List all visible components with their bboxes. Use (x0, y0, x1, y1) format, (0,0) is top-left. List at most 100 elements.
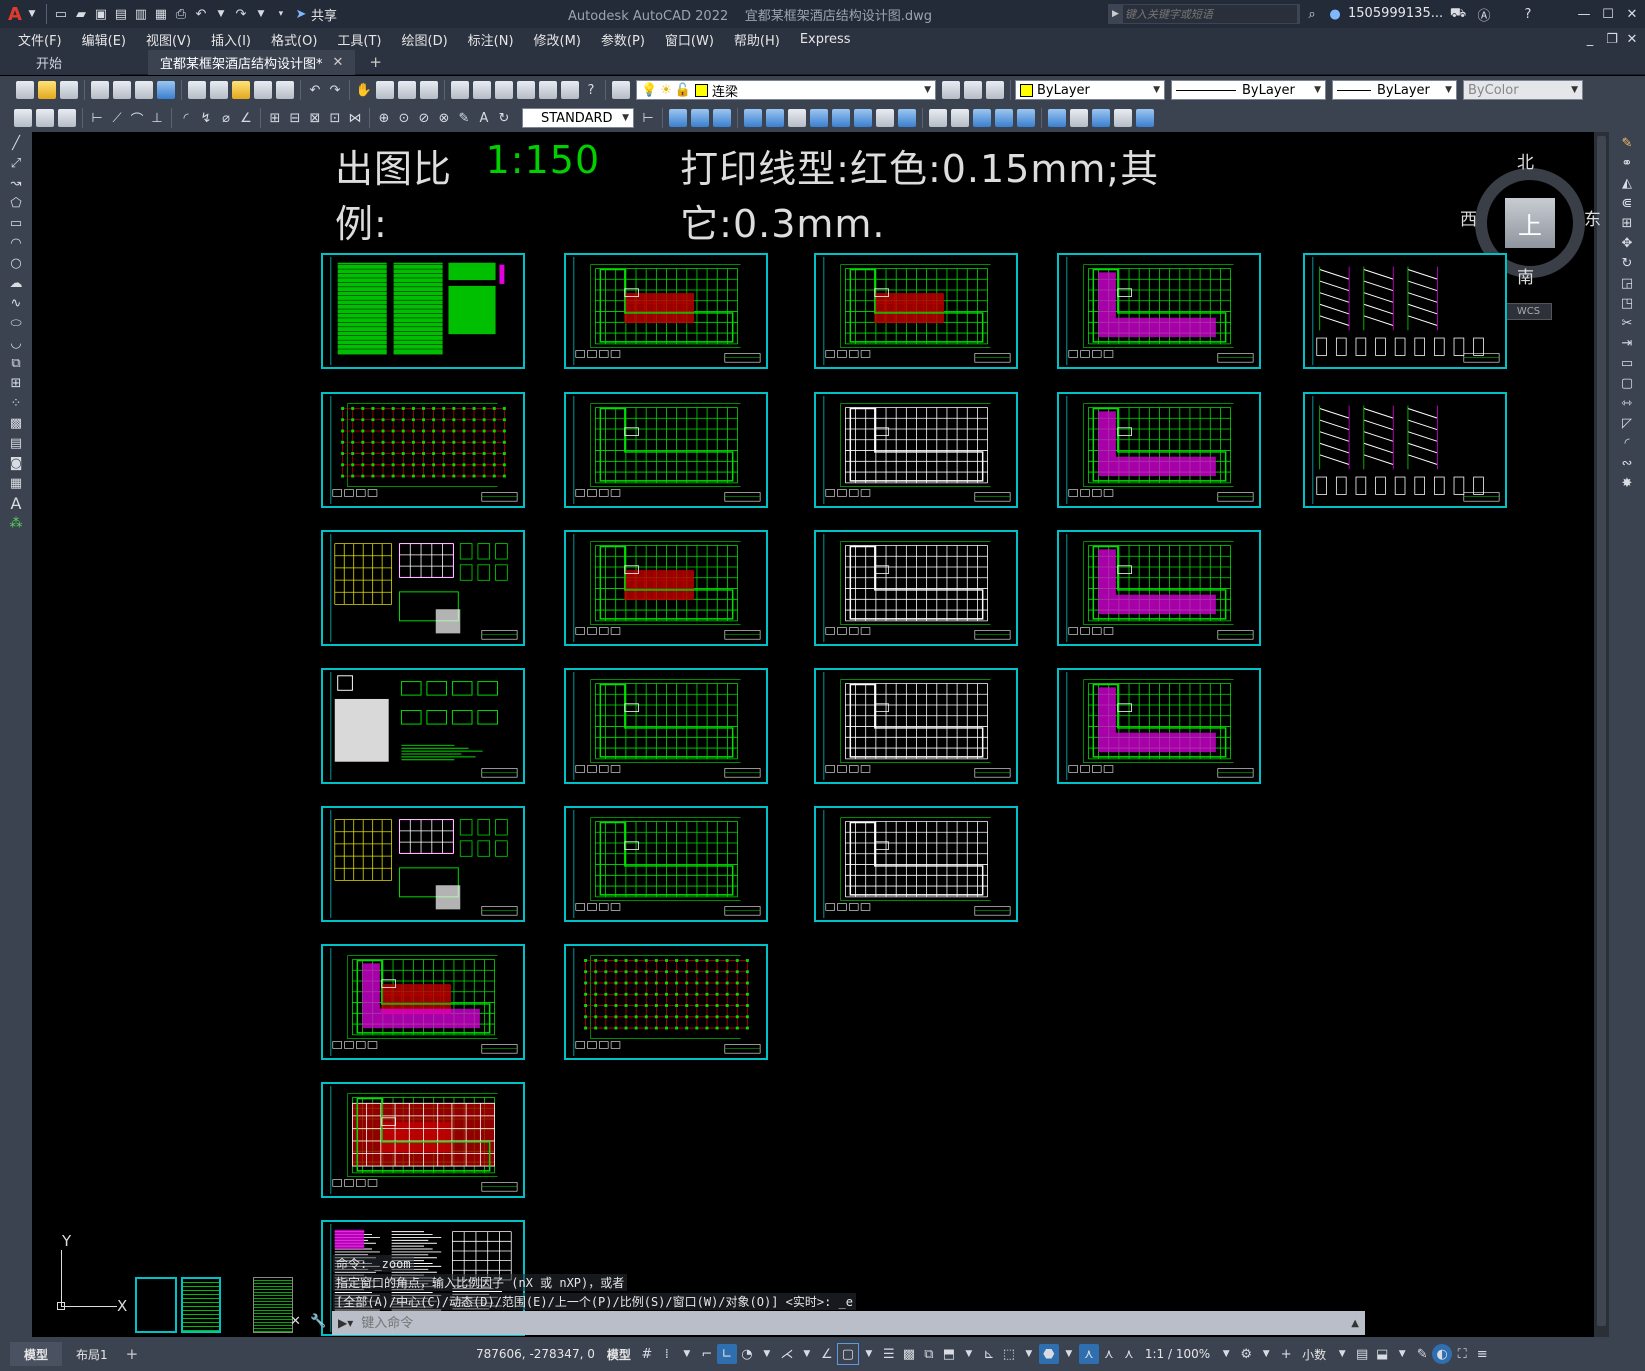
dim-aligned-icon[interactable]: ⟋ (107, 108, 127, 128)
search-box[interactable]: ▶ (1108, 4, 1300, 24)
drawing-sheet[interactable] (1057, 253, 1261, 369)
inspect-icon[interactable]: ⊘ (414, 108, 434, 128)
customize-qat-icon[interactable]: ▾ (271, 4, 291, 24)
grid-icon[interactable]: # (637, 1344, 657, 1364)
jogged-linear-icon[interactable]: ⊗ (434, 108, 454, 128)
ellipse-arc-icon[interactable]: ◡ (5, 334, 27, 352)
drawing-sheet[interactable] (1303, 392, 1507, 508)
dim-baseline-icon[interactable]: ⊟ (285, 108, 305, 128)
command-line-close-icon[interactable]: ✕ (290, 1314, 301, 1329)
drawing-sheet[interactable] (564, 392, 768, 508)
dim-space-icon[interactable]: ⊡ (325, 108, 345, 128)
isolate-objects-icon[interactable]: ✎ (1412, 1344, 1432, 1364)
dim-update-icon[interactable]: ↻ (494, 108, 514, 128)
object-snap-dropdown-icon[interactable]: ▼ (859, 1344, 879, 1364)
gizmo-icon[interactable]: ⬣ (1038, 1344, 1059, 1364)
drawing-sheet[interactable] (321, 392, 525, 508)
wedge-icon[interactable] (691, 109, 709, 127)
snap-dropdown-icon[interactable]: ▼ (677, 1344, 697, 1364)
circle-icon[interactable]: ○ (5, 254, 27, 272)
trim-icon[interactable]: ✂ (1615, 314, 1639, 332)
menu-tools[interactable]: 工具(T) (327, 30, 391, 49)
mirror-icon[interactable]: ◭ (1615, 174, 1639, 192)
stretch-icon[interactable]: ◳ (1615, 294, 1639, 312)
properties-icon[interactable] (451, 81, 469, 99)
layer-combo[interactable]: 💡 ☀ 🔓 连梁 ▼ (636, 80, 936, 100)
tab-start[interactable]: 开始 (0, 49, 120, 75)
compass-east[interactable]: 东 (1584, 205, 1601, 230)
quick-properties-icon[interactable]: ▤ (1352, 1344, 1372, 1364)
workspace-switch-icon[interactable]: ⚙ (1236, 1344, 1256, 1364)
snap-icon[interactable]: ⁞ (657, 1344, 677, 1364)
app-logo[interactable]: A (8, 4, 22, 25)
cone-icon[interactable] (713, 109, 731, 127)
share-button[interactable]: 共享 (311, 5, 337, 24)
units-dropdown-icon[interactable]: ▼ (1332, 1344, 1352, 1364)
dim-text-edit-icon[interactable]: A (474, 108, 494, 128)
autodesk-app-icon[interactable]: Ⓐ (1474, 4, 1494, 24)
region-icon[interactable]: ◙ (5, 454, 27, 472)
drawing-sheet[interactable] (321, 530, 525, 646)
layout-tab-layout1[interactable]: 布局1 (62, 1337, 122, 1371)
cart-icon[interactable]: ⛟ (1448, 4, 1468, 24)
workspace-icon[interactable] (14, 109, 32, 127)
coordinates-readout[interactable]: 787606, -278347, 0 (470, 1337, 601, 1371)
open-icon[interactable] (38, 81, 56, 99)
viewcube-top-face[interactable]: 上 (1505, 198, 1555, 248)
annotation-monitor-icon[interactable]: + (1276, 1344, 1296, 1364)
command-recent-icon[interactable]: ▲ (1351, 1318, 1359, 1329)
hatch-icon[interactable]: ▩ (5, 414, 27, 432)
extrude-icon[interactable] (744, 109, 762, 127)
help-toolbar-icon[interactable]: ? (581, 80, 601, 100)
command-input[interactable] (359, 1312, 1352, 1334)
hidden-style-icon[interactable] (951, 109, 969, 127)
add-selected-icon[interactable]: ⁂ (5, 514, 27, 532)
help-icon[interactable]: ? (1518, 4, 1538, 24)
ucs-origin-icon[interactable] (1092, 109, 1110, 127)
annotation-scale-icon[interactable]: ⋏ (1119, 1344, 1139, 1364)
menu-dimension[interactable]: 标注(N) (458, 30, 524, 49)
markup-icon[interactable] (539, 81, 557, 99)
units-value[interactable]: 小数 (1296, 1337, 1332, 1371)
new-file-icon[interactable]: ▭ (51, 4, 71, 24)
multiline-text-icon[interactable]: A (5, 494, 27, 513)
ortho-icon[interactable]: ∟ (716, 1344, 737, 1364)
dim-angular-icon[interactable]: ∠ (236, 108, 256, 128)
match-properties-icon[interactable] (254, 81, 272, 99)
drawing-sheet[interactable] (814, 392, 1018, 508)
union-icon[interactable] (832, 109, 850, 127)
rotate-icon[interactable]: ↻ (1615, 254, 1639, 272)
selection-cycling-icon[interactable]: ⧉ (919, 1344, 939, 1364)
auto-scale-icon[interactable]: ⋏ (1099, 1344, 1119, 1364)
selection-filter-dropdown-icon[interactable]: ▼ (1019, 1344, 1039, 1364)
realistic-style-icon[interactable] (973, 109, 991, 127)
make-current-icon[interactable] (942, 81, 960, 99)
dim-arc-icon[interactable]: ⌒ (127, 108, 147, 128)
model-space-toggle[interactable]: 模型 (601, 1337, 637, 1371)
compass-south[interactable]: 南 (1517, 263, 1534, 288)
redo-toolbar-icon[interactable]: ↷ (325, 80, 345, 100)
copy-object-icon[interactable]: ⚭ (1615, 154, 1639, 172)
publish-icon[interactable] (135, 81, 153, 99)
scale-icon[interactable]: ◲ (1615, 274, 1639, 292)
explode-icon[interactable]: ✸ (1615, 474, 1639, 492)
extend-icon[interactable]: ⇥ (1615, 334, 1639, 352)
menu-file[interactable]: 文件(F) (8, 30, 72, 49)
ucs-icon[interactable] (1048, 109, 1066, 127)
revision-cloud-icon[interactable]: ☁ (5, 274, 27, 292)
annotation-visibility-icon[interactable]: ⋏ (1078, 1344, 1099, 1364)
blend-curves-icon[interactable]: ∾ (1615, 454, 1639, 472)
drawing-sheet[interactable] (1303, 253, 1507, 369)
doc-minimize-icon[interactable]: _ (1580, 29, 1600, 49)
doc-restore-icon[interactable]: ❐ (1602, 29, 1622, 49)
qnew-icon[interactable] (16, 81, 34, 99)
offset-icon[interactable]: ⋐ (1615, 194, 1639, 212)
workspace-dropdown-icon[interactable]: ▼ (1256, 1344, 1276, 1364)
dim-style-icon[interactable]: ⊢ (638, 108, 658, 128)
menu-modify[interactable]: 修改(M) (524, 30, 591, 49)
plotstyle-combo[interactable]: ByColor ▼ (1463, 80, 1583, 100)
gizmo-dropdown-icon[interactable]: ▼ (1059, 1344, 1079, 1364)
minimize-icon[interactable]: — (1574, 4, 1594, 24)
add-layout-button[interactable]: + (126, 1345, 139, 1363)
menu-format[interactable]: 格式(O) (261, 30, 327, 49)
